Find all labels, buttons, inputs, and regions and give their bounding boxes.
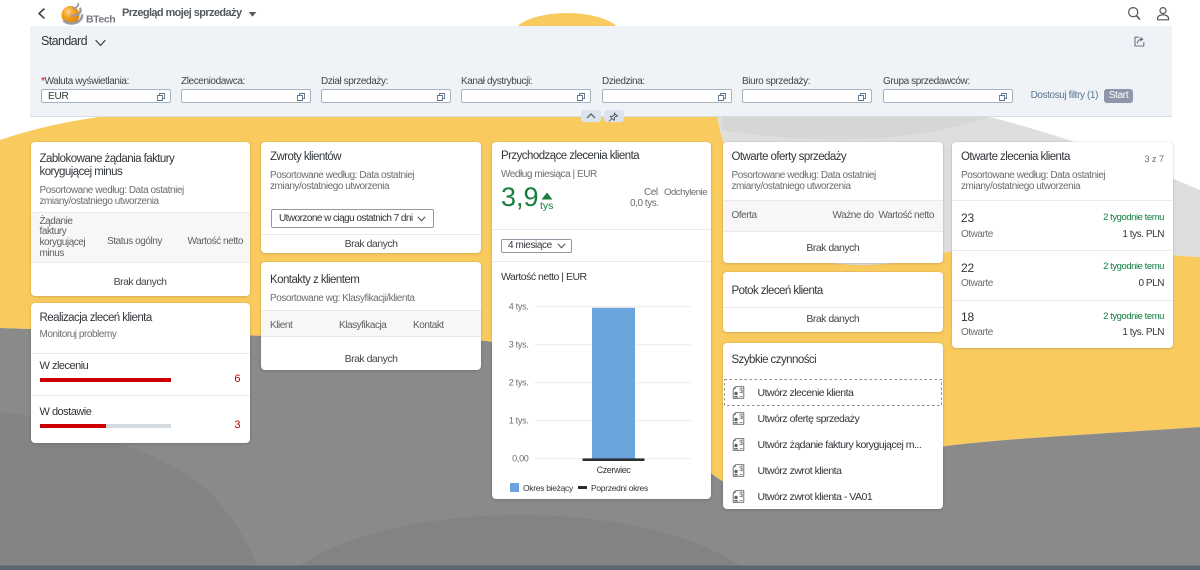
svg-text:Czerwiec: Czerwiec <box>597 465 632 475</box>
svg-text:$: $ <box>739 465 743 472</box>
svg-text:$: $ <box>739 439 743 446</box>
svg-text:2 tys.: 2 tys. <box>509 378 529 388</box>
svg-text:$: $ <box>739 491 743 498</box>
svg-text:4 tys.: 4 tys. <box>509 302 529 312</box>
svg-text:3 tys.: 3 tys. <box>509 340 529 350</box>
svg-text:$: $ <box>739 387 743 394</box>
svg-text:$: $ <box>739 413 743 420</box>
svg-text:1 tys.: 1 tys. <box>509 416 529 426</box>
svg-text:0,00: 0,00 <box>512 454 529 464</box>
svg-text:BTech: BTech <box>86 14 115 26</box>
